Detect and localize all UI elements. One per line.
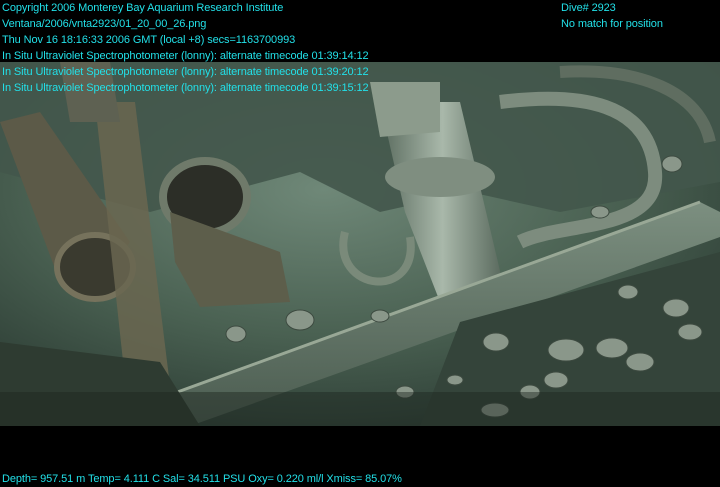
position-status: No match for position bbox=[561, 18, 663, 30]
seafloor-wreck-image bbox=[0, 62, 720, 426]
header-info-right: Dive# 2923 No match for position bbox=[561, 0, 663, 32]
dive-number: Dive# 2923 bbox=[561, 2, 616, 14]
timecode-line-2: In Situ Ultraviolet Spectrophotometer (l… bbox=[2, 66, 369, 78]
video-frame: Copyright 2006 Monterey Bay Aquarium Res… bbox=[0, 0, 720, 486]
copyright-line: Copyright 2006 Monterey Bay Aquarium Res… bbox=[2, 2, 284, 14]
header-info-left: Copyright 2006 Monterey Bay Aquarium Res… bbox=[2, 0, 369, 96]
timecode-line-3: In Situ Ultraviolet Spectrophotometer (l… bbox=[2, 82, 369, 94]
sensor-readout: Depth= 957.51 m Temp= 4.111 C Sal= 34.51… bbox=[2, 473, 402, 485]
timecode-line-1: In Situ Ultraviolet Spectrophotometer (l… bbox=[2, 50, 369, 62]
image-path-line: Ventana/2006/vnta2923/01_20_00_26.png bbox=[2, 18, 207, 30]
timestamp-line: Thu Nov 16 18:16:33 2006 GMT (local +8) … bbox=[2, 34, 296, 46]
